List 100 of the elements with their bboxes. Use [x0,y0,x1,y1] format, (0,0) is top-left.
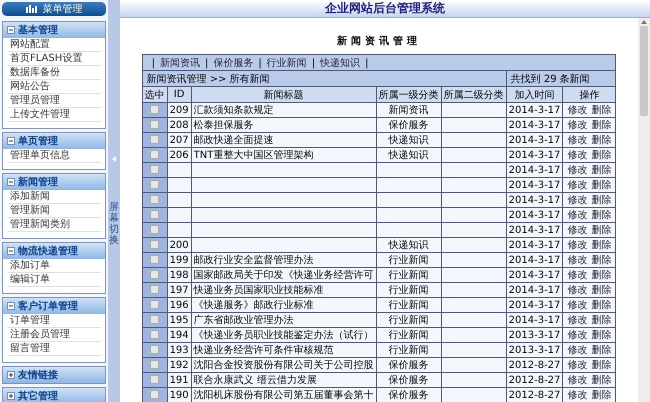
row-checkbox[interactable] [150,375,160,384]
action-link[interactable]: 修改 [567,360,588,371]
action-link[interactable]: 删除 [591,150,612,161]
splitter-label[interactable]: 屏幕切换 [109,202,119,246]
sidebar-group-header[interactable]: 友情链接 [3,367,105,383]
row-checkbox[interactable] [150,195,160,204]
link-separator: | [312,58,316,68]
action-link[interactable]: 删除 [591,255,612,266]
row-checkbox[interactable] [150,180,160,190]
action-link[interactable]: 修改 [567,165,588,176]
category-link[interactable]: 保价服务 [213,58,254,68]
row-checkbox[interactable] [150,345,160,354]
action-link[interactable]: 删除 [591,120,612,131]
sidebar-group-header[interactable]: 单页管理 [3,133,105,149]
row-checkbox[interactable] [150,315,160,324]
action-link[interactable]: 删除 [591,240,612,251]
action-link[interactable]: 删除 [591,165,612,176]
action-link[interactable]: 修改 [567,255,588,266]
action-link[interactable]: 修改 [567,195,588,206]
sidebar-item[interactable]: 网站公告 [7,80,101,94]
action-link[interactable]: 修改 [567,315,588,326]
action-link[interactable]: 删除 [591,360,612,371]
menu-icon [26,5,36,13]
table-cell: 沈阳合金投资股份有限公司关于公司控股 [191,358,376,372]
category-link[interactable]: 行业新闻 [266,58,307,68]
splitter-bar[interactable]: 屏幕切换 [108,0,120,402]
table-cell: 松泰担保服务 [191,118,376,132]
sidebar-item[interactable]: 订单管理 [7,314,101,328]
sidebar-item[interactable]: 留言管理 [7,342,101,356]
row-checkbox[interactable] [150,135,160,144]
sidebar-group-header[interactable]: 其它管理 [3,388,105,402]
row-checkbox[interactable] [150,390,160,400]
result-count: 共找到 29 条新闻 [506,70,616,86]
action-link[interactable]: 删除 [591,270,612,281]
action-link[interactable]: 删除 [591,285,612,296]
row-checkbox[interactable] [150,360,160,370]
action-link[interactable]: 删除 [591,180,612,191]
row-checkbox[interactable] [150,105,160,114]
sidebar-item[interactable]: 管理新闻 [7,204,101,218]
sidebar-item[interactable]: 管理新闻类别 [7,218,101,232]
action-link[interactable]: 修改 [567,240,588,251]
action-link[interactable]: 修改 [567,120,588,131]
action-link[interactable]: 修改 [567,390,588,401]
sidebar-group-header[interactable]: 物流快递管理 [3,243,105,259]
row-checkbox[interactable] [150,150,160,160]
action-link[interactable]: 修改 [567,225,588,236]
row-checkbox[interactable] [150,285,160,294]
action-link[interactable]: 修改 [567,150,588,161]
action-link[interactable]: 删除 [591,390,612,401]
category-link[interactable]: 新闻资讯 [160,58,200,68]
sidebar-item[interactable]: 网站配置 [7,38,101,52]
table-cell: 行业新闻 [376,342,442,358]
action-link[interactable]: 删除 [591,315,612,326]
menu-title: 菜单管理 [42,2,82,16]
scrollbar[interactable] [638,18,650,402]
sidebar-item[interactable]: 管理员管理 [7,94,101,108]
row-checkbox[interactable] [150,270,160,280]
row-checkbox[interactable] [150,120,160,130]
sidebar-item[interactable]: 管理单页信息 [7,149,101,163]
action-link[interactable]: 删除 [591,210,612,221]
action-link[interactable]: 修改 [567,270,588,281]
action-link[interactable]: 修改 [567,330,588,341]
category-link[interactable]: 快递知识 [320,58,360,68]
action-link[interactable]: 删除 [591,330,612,341]
action-link[interactable]: 修改 [567,135,588,146]
row-checkbox[interactable] [150,225,160,234]
action-link[interactable]: 删除 [591,135,612,146]
sidebar-group-header[interactable]: 客户订单管理 [3,298,105,314]
sidebar-item[interactable]: 首页FLASH设置 [7,52,101,66]
action-link[interactable]: 修改 [567,105,588,116]
sidebar-item[interactable]: 添加新闻 [7,190,101,204]
action-link[interactable]: 删除 [591,300,612,311]
action-link[interactable]: 删除 [591,195,612,206]
sidebar-item[interactable]: 添加订单 [7,259,101,273]
sidebar-item[interactable]: 上传文件管理 [7,108,101,122]
action-link[interactable]: 修改 [567,300,588,311]
row-checkbox[interactable] [150,240,160,250]
action-link[interactable]: 删除 [591,375,612,386]
menu-header[interactable]: 菜单管理 [2,2,106,16]
row-checkbox[interactable] [150,300,160,310]
action-link[interactable]: 删除 [591,345,612,356]
action-link[interactable]: 删除 [591,225,612,236]
action-link[interactable]: 修改 [567,210,588,221]
sidebar-group-header[interactable]: 基本管理 [3,22,105,38]
action-link[interactable]: 修改 [567,285,588,296]
row-checkbox[interactable] [150,255,160,264]
row-checkbox[interactable] [150,210,160,220]
sidebar-item[interactable]: 编辑订单 [7,273,101,287]
sidebar-group-header[interactable]: 新闻管理 [3,174,105,190]
action-link[interactable]: 删除 [591,105,612,116]
row-checkbox[interactable] [150,165,160,174]
action-link[interactable]: 修改 [567,345,588,356]
action-link[interactable]: 修改 [567,180,588,191]
column-header: ID [167,86,192,102]
sidebar-item[interactable]: 数据库备份 [7,66,101,80]
action-link[interactable]: 修改 [567,375,588,386]
scrollbar-thumb[interactable] [640,26,648,116]
row-checkbox[interactable] [150,330,160,340]
table-cell: 国家邮政局关于印发《快递业务经营许可 [191,268,376,282]
sidebar-item[interactable]: 注册会员管理 [7,328,101,342]
